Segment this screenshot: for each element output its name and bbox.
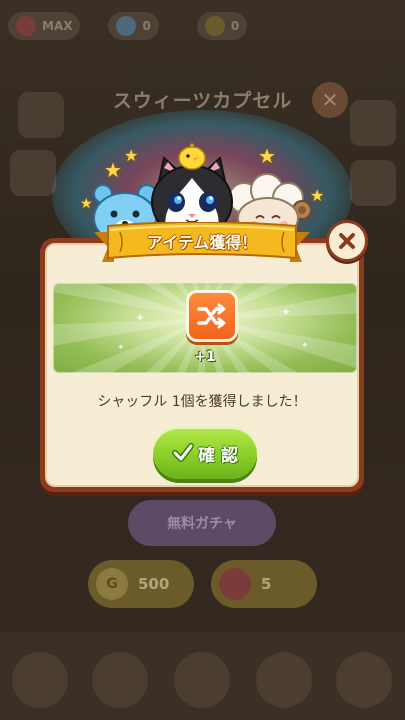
star-icon: ★ [124,146,139,165]
free-gacha-button: 無料ガチャ [128,500,276,546]
nav-item [174,652,230,708]
check-icon [172,443,195,462]
close-button[interactable] [326,220,368,262]
gold-gacha-button: G 500 [88,560,194,608]
gem-cost-value: 5 [261,575,272,593]
confirm-button[interactable]: 確 認 [153,427,257,479]
lives-value: MAX [42,19,73,33]
reward-display: ✦ ✦ ✦ ✦ +1 [53,283,357,373]
dialog-body: ✦ ✦ ✦ ✦ +1 シャッフル 1個を獲得しました！ 確 認 [45,243,359,487]
ruby-icon [219,568,251,600]
lives-counter: MAX [8,12,81,40]
item-count: +1 [194,349,216,365]
top-status-bar: MAX 0 0 [0,0,405,52]
gem-counter: 0 [108,12,159,40]
gem-value: 0 [142,19,151,33]
side-menu-button-2 [350,160,396,206]
nav-item [12,652,68,708]
star-icon: ★ [258,144,276,168]
chick-character [178,143,206,170]
dialog-title: アイテム獲得！ [146,233,258,252]
sparkle-icon: ✦ [135,311,146,325]
acquired-message: シャッフル 1個を獲得しました！ [97,394,307,410]
coin-counter: 0 [196,12,248,40]
close-icon [339,233,355,249]
gold-cost-value: 500 [138,575,170,593]
nav-item [92,652,148,708]
star-icon: ★ [104,158,122,182]
gem-icon [116,16,137,36]
sparkle-icon: ✦ [281,305,292,319]
background-close-icon: ✕ [312,82,348,118]
gem-gacha-button: 5 [211,560,317,608]
nav-item [336,652,392,708]
bottom-navigation [0,632,405,720]
coin-value: 0 [230,19,240,33]
star-icon: ★ [310,186,325,205]
coin-icon [204,16,225,36]
item-acquired-dialog: ✦ ✦ ✦ ✦ +1 シャッフル 1個を獲得しました！ 確 認 [40,238,364,492]
gold-coin-icon: G [96,568,128,600]
nav-item [256,652,312,708]
confirm-label: 確 認 [198,445,238,466]
video-button [10,150,56,196]
heart-icon [16,16,36,36]
shuffle-icon [189,293,235,339]
